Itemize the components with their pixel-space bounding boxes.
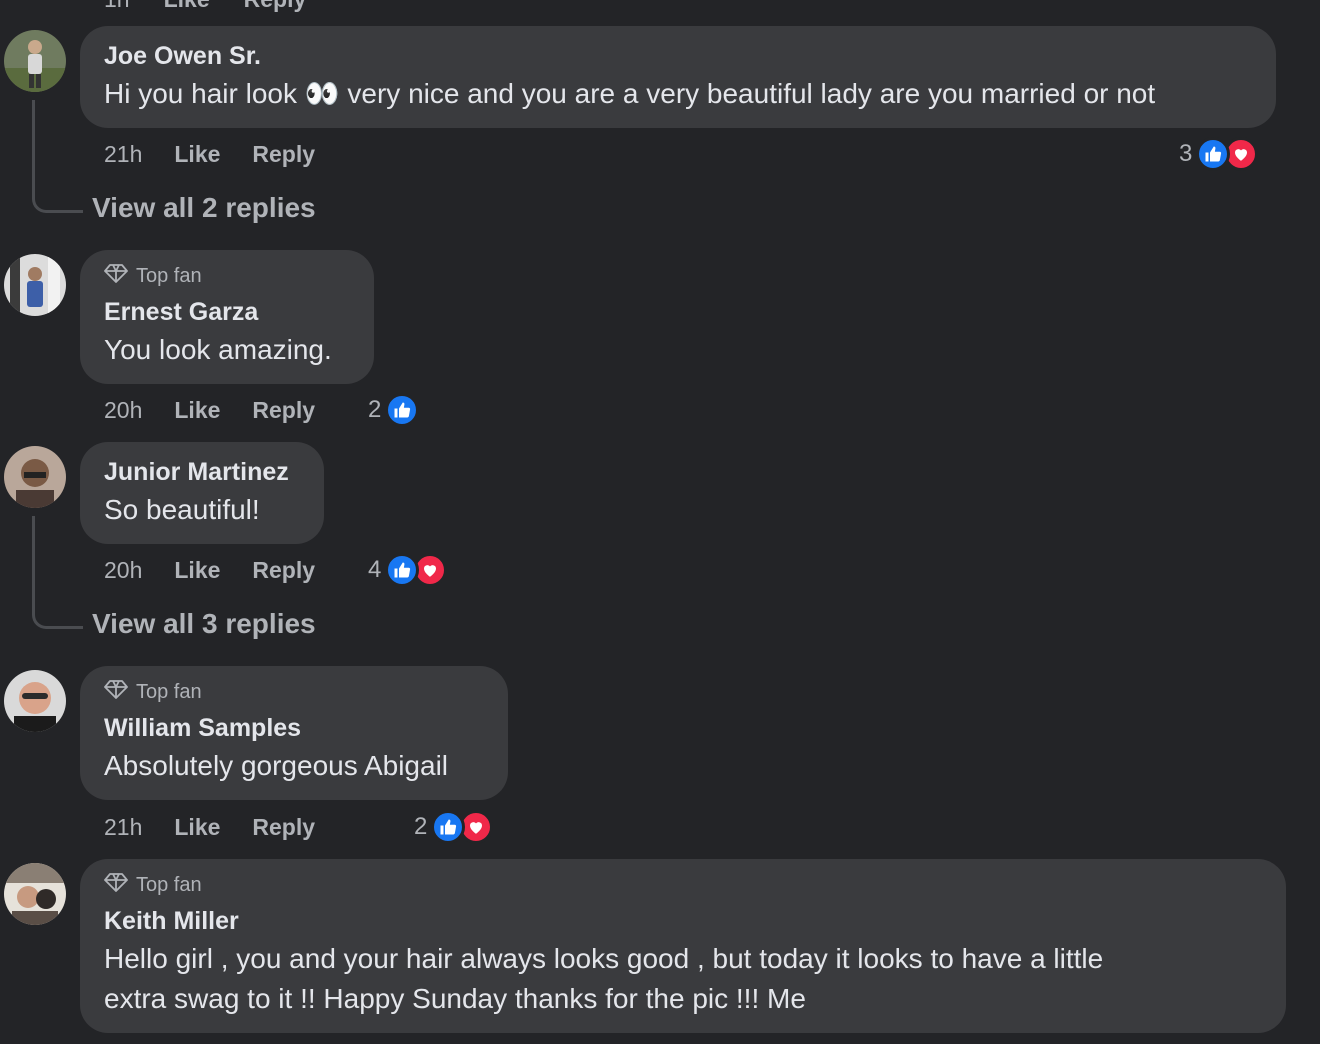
comment-bubble: Joe Owen Sr. Hi you hair look 👀 very nic… — [80, 26, 1276, 128]
comment-actions: 20h Like Reply — [104, 390, 347, 430]
comment-timestamp: 1h — [104, 0, 130, 13]
top-fan-badge: Top fan — [104, 867, 1262, 903]
comment-text-line: Hello girl , you and your hair always lo… — [104, 943, 1104, 974]
reply-button[interactable]: Reply — [252, 557, 315, 584]
reaction-count: 3 — [1179, 140, 1193, 167]
comment-timestamp[interactable]: 21h — [104, 814, 142, 841]
avatar[interactable] — [4, 863, 66, 925]
top-fan-badge: Top fan — [104, 258, 350, 294]
avatar[interactable] — [4, 30, 66, 92]
diamond-icon — [104, 872, 128, 898]
reaction-count: 2 — [414, 813, 428, 840]
comment-actions: 20h Like Reply — [104, 550, 347, 590]
like-icon — [385, 553, 420, 587]
badge-label: Top fan — [136, 873, 202, 896]
comment-bubble: Junior Martinez So beautiful! — [80, 442, 324, 544]
comment-text-line: extra swag to it !! Happy Sunday thanks … — [104, 983, 806, 1014]
comment-bubble: Top fan William Samples Absolutely gorge… — [80, 666, 508, 800]
badge-label: Top fan — [136, 680, 202, 703]
view-replies-link[interactable]: View all 2 replies — [92, 192, 316, 224]
comment-author[interactable]: Ernest Garza — [104, 294, 350, 330]
avatar[interactable] — [4, 446, 66, 508]
comment-timestamp[interactable]: 21h — [104, 141, 142, 168]
reply-button[interactable]: Reply — [252, 397, 315, 424]
thread-connector — [32, 100, 83, 213]
comment-timestamp[interactable]: 20h — [104, 557, 142, 584]
previous-comment-actions: 1h Like Reply — [104, 0, 306, 13]
comment-actions: 21h Like Reply — [104, 134, 347, 174]
reaction-summary[interactable]: 2 — [368, 390, 420, 430]
reaction-summary[interactable]: 2 — [414, 807, 494, 847]
avatar[interactable] — [4, 254, 66, 316]
avatar[interactable] — [4, 670, 66, 732]
comment-author[interactable]: Joe Owen Sr. — [104, 38, 1252, 74]
comment-text: Absolutely gorgeous Abigail — [104, 750, 449, 781]
like-button[interactable]: Like — [164, 0, 210, 13]
diamond-icon — [104, 263, 128, 289]
like-button[interactable]: Like — [174, 814, 220, 841]
diamond-icon — [104, 679, 128, 705]
comment-bubble: Top fan Ernest Garza You look amazing. — [80, 250, 374, 384]
like-button[interactable]: Like — [174, 141, 220, 168]
reply-button[interactable]: Reply — [252, 141, 315, 168]
badge-label: Top fan — [136, 264, 202, 287]
comment-author[interactable]: Keith Miller — [104, 903, 1262, 939]
reaction-summary[interactable]: 3 — [1179, 134, 1259, 174]
comment-text: You look amazing. — [104, 334, 332, 365]
view-replies-link[interactable]: View all 3 replies — [92, 608, 316, 640]
comment-text: Hi you hair look 👀 very nice and you are… — [104, 78, 1156, 109]
like-icon — [1196, 137, 1231, 171]
comment-timestamp[interactable]: 20h — [104, 397, 142, 424]
like-icon — [431, 810, 466, 844]
reaction-count: 4 — [368, 556, 382, 583]
comment-actions: 21h Like Reply — [104, 807, 347, 847]
reply-button[interactable]: Reply — [252, 814, 315, 841]
comments-screen: 1h Like Reply Joe Owen Sr. Hi you hair l… — [0, 0, 1320, 1044]
reaction-summary[interactable]: 4 — [368, 550, 448, 590]
thread-connector — [32, 516, 83, 629]
comment-author[interactable]: William Samples — [104, 710, 484, 746]
like-button[interactable]: Like — [174, 557, 220, 584]
comment-bubble: Top fan Keith Miller Hello girl , you an… — [80, 859, 1286, 1033]
reaction-count: 2 — [368, 396, 382, 423]
comment-author[interactable]: Junior Martinez — [104, 454, 300, 490]
comment-text: So beautiful! — [104, 494, 260, 525]
like-icon — [385, 393, 420, 427]
reply-button[interactable]: Reply — [244, 0, 307, 13]
like-button[interactable]: Like — [174, 397, 220, 424]
top-fan-badge: Top fan — [104, 674, 484, 710]
